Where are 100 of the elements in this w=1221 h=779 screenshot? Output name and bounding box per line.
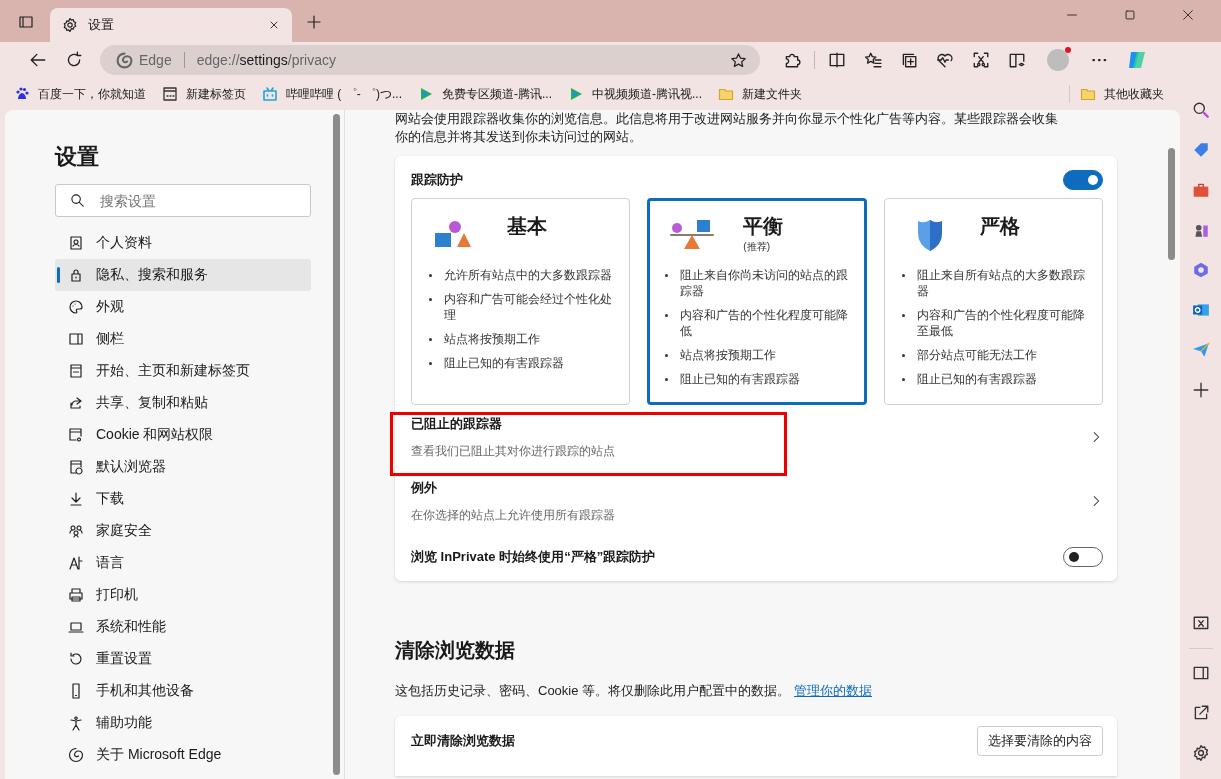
- family-icon: [68, 523, 84, 539]
- bookmark-label: 哔哩哔哩 ( ゜- ゜)つ...: [286, 85, 402, 103]
- bookmark-label: 免费专区频道-腾讯...: [442, 85, 552, 103]
- bookmark-label: 新建文件夹: [742, 85, 802, 103]
- bookmark[interactable]: 其他收藏夹: [1080, 85, 1164, 103]
- split-screen-icon[interactable]: [828, 51, 846, 69]
- choose-button[interactable]: 选择要清除的内容: [977, 726, 1103, 756]
- favorites-icon[interactable]: [864, 51, 882, 69]
- toggle-switch[interactable]: [1063, 547, 1103, 567]
- bullet-text: 阻止已知的有害跟踪器: [916, 371, 1037, 387]
- bullet-icon: [901, 378, 905, 381]
- tab-title: 设置: [88, 16, 115, 34]
- settings-title: 设置: [55, 143, 100, 171]
- refresh-icon[interactable]: [65, 51, 83, 69]
- toggle-switch[interactable]: [1063, 170, 1103, 190]
- search-field[interactable]: 搜索设置: [55, 184, 311, 217]
- star-icon[interactable]: [730, 51, 747, 69]
- folder-icon: [718, 86, 734, 102]
- nav-item[interactable]: 辅助功能: [55, 707, 311, 739]
- bookmark[interactable]: 新建文件夹: [718, 85, 802, 103]
- sidebar-icon: [68, 331, 84, 347]
- nav-item[interactable]: Cookie 和网站权限: [55, 419, 311, 451]
- sidebar-icon[interactable]: [1191, 664, 1210, 682]
- bullet-icon: [901, 274, 905, 277]
- collections-icon[interactable]: [900, 51, 918, 69]
- level-title: 严格: [979, 214, 1020, 239]
- play-icon: [568, 86, 584, 102]
- level-option[interactable]: 基本 允许所有站点中的大多数跟踪器 内容和广告可能会经过个性化处理 站点将按预期工作 阻止已知的有害跟踪器: [411, 198, 631, 405]
- section-description: 这包括历史记录、密码、Cookie 等。将仅删除此用户配置中的数据。: [395, 683, 791, 698]
- bullet-text: 内容和广告的个性化程度可能降低: [680, 307, 850, 339]
- nav-item[interactable]: 家庭安全: [55, 515, 311, 547]
- bullet-text: 站点将按预期工作: [680, 347, 777, 363]
- scrollbar-thumb[interactable]: [1168, 148, 1175, 260]
- bookmark[interactable]: 中视频频道-腾讯视...: [568, 85, 702, 103]
- bullet-text: 阻止已知的有害跟踪器: [444, 355, 564, 371]
- maximize-icon[interactable]: [1123, 8, 1137, 22]
- bullet-icon: [901, 354, 905, 357]
- nav-item[interactable]: 共享、复制和粘贴: [55, 387, 311, 419]
- profile-avatar[interactable]: [1047, 49, 1069, 71]
- level-title: 平衡: [743, 214, 784, 239]
- bullet-text: 内容和广告的个性化程度可能降至最低: [916, 307, 1086, 339]
- reset-icon: [68, 651, 84, 667]
- page-icon: [162, 86, 178, 102]
- nav-item[interactable]: 默认浏览器: [55, 451, 311, 483]
- address-bar[interactable]: Edge edge://settings/privacy: [100, 45, 760, 75]
- bullet-text: 部分站点可能无法工作: [916, 347, 1037, 363]
- row-title: 例外: [411, 478, 438, 497]
- bullet-icon: [665, 274, 669, 277]
- nav-item[interactable]: 系统和性能: [55, 611, 311, 643]
- section-heading: 清除浏览数据: [395, 638, 516, 663]
- nav-item[interactable]: 重置设置: [55, 643, 311, 675]
- new-tab-icon[interactable]: [306, 14, 322, 30]
- row-description: 查看我们已阻止其对你进行跟踪的站点: [411, 442, 616, 460]
- nav-item[interactable]: 侧栏: [55, 323, 311, 355]
- settings-icon[interactable]: [1191, 744, 1210, 762]
- nav-item[interactable]: 打印机: [55, 579, 311, 611]
- bookmark[interactable]: 新建标签页: [162, 85, 246, 103]
- manage-data-link[interactable]: 管理你的数据: [794, 683, 873, 698]
- link-row[interactable]: 已阻止的跟踪器 查看我们已阻止其对你进行跟踪的站点: [395, 405, 1117, 469]
- nav-item[interactable]: 开始、主页和新建标签页: [55, 355, 311, 387]
- nav-item[interactable]: 语言: [55, 547, 311, 579]
- search-icon[interactable]: [1191, 101, 1210, 119]
- tab-actions-icon[interactable]: [18, 14, 34, 30]
- heart-pulse-icon[interactable]: [936, 51, 954, 69]
- screenshot-icon[interactable]: [972, 51, 990, 69]
- nav-item[interactable]: 下载: [55, 483, 311, 515]
- scrollbar-thumb[interactable]: [333, 114, 340, 775]
- nav-item[interactable]: 隐私、搜索和服务: [55, 259, 311, 291]
- section-title: 跟踪防护: [411, 171, 463, 189]
- puzzle-icon[interactable]: [783, 51, 801, 69]
- link-row[interactable]: 例外 在你选择的站点上允许使用所有跟踪器: [395, 469, 1117, 533]
- add-icon[interactable]: [1191, 381, 1210, 399]
- lock-icon: [68, 267, 84, 283]
- profile-card-icon: [68, 235, 84, 251]
- bookmark[interactable]: 免费专区频道-腾讯...: [418, 85, 552, 103]
- nav-item[interactable]: 外观: [55, 291, 311, 323]
- nav-item[interactable]: 个人资料: [55, 227, 311, 259]
- bullet-icon: [429, 338, 432, 341]
- bullet-icon: [665, 314, 669, 317]
- browser-tab[interactable]: 设置: [50, 8, 292, 42]
- search-icon: [70, 193, 85, 208]
- bookmark[interactable]: 百度一下，你就知道: [14, 85, 146, 103]
- nav-item[interactable]: 手机和其他设备: [55, 675, 311, 707]
- bookmark-label: 其他收藏夹: [1104, 85, 1164, 103]
- bullet-icon: [901, 314, 905, 317]
- folder-icon: [1080, 86, 1096, 102]
- bookmark-label: 新建标签页: [186, 85, 246, 103]
- share-icon: [68, 395, 84, 411]
- bookmark[interactable]: 哔哩哔哩 ( ゜- ゜)つ...: [262, 85, 402, 103]
- toolbox-icon[interactable]: [1191, 181, 1210, 199]
- level-option[interactable]: 严格 阻止来自所有站点的大多数跟踪器 内容和广告的个性化程度可能降至最低 部分站点可能无法工作 阻止已知的有害跟踪器: [883, 198, 1103, 405]
- level-option[interactable]: 平衡 (推荐) 阻止来自你尚未访问的站点的跟踪器 内容和广告的个性化程度可能降低 站点将按预期工作 阻止已知的有害跟踪器: [647, 198, 867, 405]
- mail-icon[interactable]: [1191, 301, 1210, 319]
- bullet-icon: [429, 298, 432, 301]
- back-icon[interactable]: [29, 51, 47, 69]
- close-icon[interactable]: [1181, 8, 1195, 22]
- close-icon[interactable]: [268, 19, 280, 31]
- site-label: Edge: [139, 52, 172, 68]
- row-description: 在你选择的站点上允许使用所有跟踪器: [411, 506, 616, 524]
- nav-item[interactable]: 关于 Microsoft Edge: [55, 739, 311, 771]
